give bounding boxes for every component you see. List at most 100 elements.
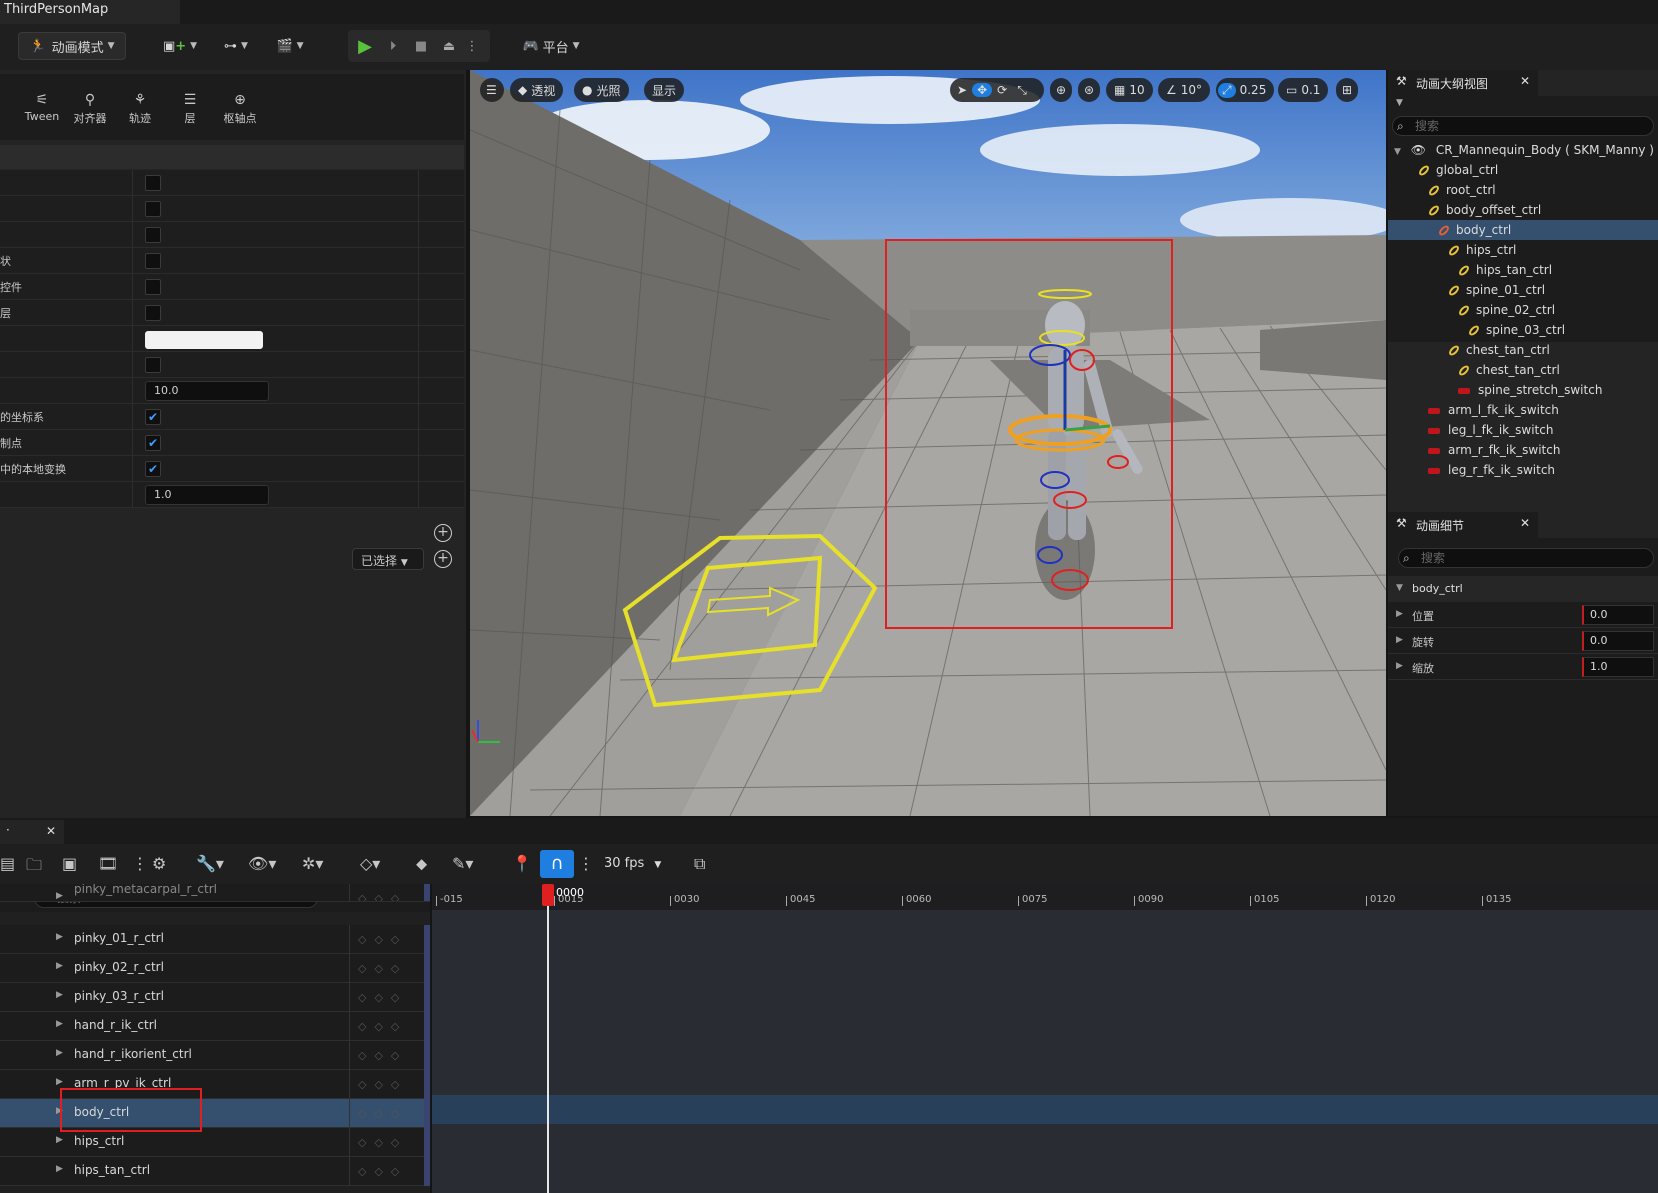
sequencer-tab[interactable]: · ✕ <box>0 820 64 844</box>
property-number-field[interactable]: 10.0 <box>145 381 269 401</box>
track-row[interactable]: ▶ hand_r_ik_ctrl ◇◇◇ <box>0 1012 430 1041</box>
pivot-tool[interactable]: ⊕ 枢轴点 <box>212 92 268 126</box>
play-options-button[interactable]: ⋮ <box>464 32 480 60</box>
save-icon[interactable]: ▤ <box>0 854 15 873</box>
outliner-item[interactable]: arm_r_fk_ik_switch <box>1388 440 1658 460</box>
viewport-menu-button[interactable]: ☰ <box>480 78 504 102</box>
outliner-tab[interactable]: ⚒ 动画大纲视图 ✕ <box>1388 70 1538 96</box>
property-checkbox[interactable] <box>145 279 161 295</box>
track-row[interactable]: ▶ pinky_01_r_ctrl ◇◇◇ <box>0 925 430 954</box>
close-icon[interactable]: ✕ <box>46 824 56 838</box>
property-checkbox[interactable]: ✔ <box>145 435 161 451</box>
translate-icon[interactable]: ✥ <box>972 83 993 97</box>
eye-icon[interactable]: 👁▾ <box>248 854 276 873</box>
outliner-item[interactable]: arm_l_fk_ik_switch <box>1388 400 1658 420</box>
outliner-item[interactable]: chest_tan_ctrl <box>1388 360 1658 380</box>
layout-button[interactable]: ⊞ <box>1336 78 1359 102</box>
property-checkbox[interactable] <box>145 357 161 373</box>
marker-icon[interactable]: 📍 <box>512 854 532 873</box>
outliner-item[interactable]: chest_tan_ctrl <box>1388 340 1658 360</box>
key-navigation-icons[interactable]: ◇◇◇ <box>349 1070 421 1099</box>
stop-button[interactable]: ■ <box>408 32 434 60</box>
property-number-field[interactable]: 1.0 <box>145 485 269 505</box>
outliner-item[interactable]: global_ctrl <box>1388 160 1658 180</box>
track-row[interactable]: ▶ hand_r_ikorient_ctrl ◇◇◇ <box>0 1041 430 1070</box>
key-navigation-icons[interactable]: ◇◇◇ <box>349 884 421 901</box>
add-circle-icon[interactable]: + <box>434 524 452 542</box>
outliner-search-input[interactable]: ⌕ 搜索 <box>1392 116 1654 136</box>
outliner-item[interactable]: spine_01_ctrl <box>1388 280 1658 300</box>
details-section-header[interactable]: ▼ body_ctrl <box>1388 576 1658 602</box>
track-row[interactable]: ▶ pinky_03_r_ctrl ◇◇◇ <box>0 983 430 1012</box>
level-viewport[interactable]: ☰ ◆ 透视 ● 光照 显示 ➤ ✥ ⟳ ⤡ ⊕ ⊛ ▦ 10 ∠ 10° ⤢ 0.25 … <box>470 70 1386 816</box>
scale-snap-button[interactable]: ⤢ 0.25 <box>1216 78 1275 102</box>
key-navigation-icons[interactable]: ◇◇◇ <box>349 1041 421 1070</box>
expand-arrow-icon[interactable]: ▶ <box>1396 609 1403 619</box>
property-checkbox[interactable] <box>145 253 161 269</box>
rotation-snap-button[interactable]: ∠ 10° <box>1158 78 1211 102</box>
expand-arrow-icon[interactable]: ▶ <box>56 961 63 971</box>
details-tab[interactable]: ⚒ 动画细节 ✕ <box>1388 512 1538 538</box>
expand-arrow-icon[interactable]: ▶ <box>56 1164 63 1174</box>
key-diamond-icon[interactable]: ◇▾ <box>360 854 380 873</box>
add-actor-button[interactable]: ▣+ ▼ <box>160 32 200 60</box>
track-row[interactable]: ▶ pinky_02_r_ctrl ◇◇◇ <box>0 954 430 983</box>
camera-speed-button[interactable]: ▭ 0.1 <box>1278 78 1329 102</box>
track-row[interactable]: ▶ pinky_metacarpal_r_ctrl ◇◇◇ <box>0 884 430 902</box>
details-value-field[interactable]: 0.0 <box>1582 631 1654 651</box>
property-checkbox[interactable] <box>145 175 161 191</box>
surface-snap-toggle[interactable]: ⊛ <box>1078 78 1101 102</box>
eye-icon[interactable]: 👁 <box>1411 143 1426 157</box>
playhead-handle[interactable] <box>542 884 554 906</box>
color-swatch[interactable] <box>145 331 263 349</box>
expand-arrow-icon[interactable]: ▶ <box>56 1077 63 1087</box>
bake-icon[interactable]: ⚙ <box>152 854 166 873</box>
outliner-item[interactable]: leg_l_fk_ik_switch <box>1388 420 1658 440</box>
details-search-input[interactable]: ⌕ 搜索 <box>1398 548 1654 568</box>
property-checkbox[interactable]: ✔ <box>145 409 161 425</box>
track-row[interactable]: ▶ hips_tan_ctrl ◇◇◇ <box>0 1157 430 1186</box>
outliner-item[interactable]: body_offset_ctrl <box>1388 200 1658 220</box>
key-navigation-icons[interactable]: ◇◇◇ <box>349 1157 421 1186</box>
outliner-item[interactable]: spine_03_ctrl <box>1388 320 1658 340</box>
rotate-icon[interactable]: ⟳ <box>992 83 1012 97</box>
outliner-item[interactable]: root_ctrl <box>1388 180 1658 200</box>
curve-editor-icon[interactable]: ⧉ <box>694 854 705 874</box>
outliner-item[interactable]: spine_02_ctrl <box>1388 300 1658 320</box>
blueprint-button[interactable]: ⊶ ▼ <box>216 32 256 60</box>
selected-filter-dropdown[interactable]: 已选择 ▼ <box>352 548 424 570</box>
more-vertical-icon[interactable]: ⋮ <box>132 854 148 873</box>
track-row[interactable]: ▶ hips_ctrl ◇◇◇ <box>0 1128 430 1157</box>
expand-arrow-icon[interactable]: ▶ <box>56 932 63 942</box>
cinematics-button[interactable]: 🎬 ▼ <box>270 32 310 60</box>
level-tab[interactable]: ThirdPersonMap <box>0 0 180 24</box>
playback-options-icon[interactable]: ✲▾ <box>302 854 323 873</box>
outliner-item[interactable]: hips_tan_ctrl <box>1388 260 1658 280</box>
wrench-icon[interactable]: 🔧▾ <box>196 854 224 873</box>
key-navigation-icons[interactable]: ◇◇◇ <box>349 983 421 1012</box>
trail-tool[interactable]: ⚘ 轨迹 <box>112 92 168 126</box>
edit-pen-icon[interactable]: ✎▾ <box>452 854 473 873</box>
expand-arrow-icon[interactable]: ▶ <box>1396 635 1403 645</box>
find-in-browser-icon[interactable]: 🗀 <box>26 854 42 881</box>
auto-key-icon[interactable]: ⬥ <box>416 854 427 874</box>
layer-tool[interactable]: ☰ 层 <box>162 92 218 126</box>
camera-icon[interactable]: ▣ <box>62 854 77 873</box>
filter-dropdown-icon[interactable]: ▼ <box>1396 98 1403 108</box>
close-icon[interactable]: ✕ <box>1520 516 1530 530</box>
expand-arrow-icon[interactable]: ▶ <box>56 1135 63 1145</box>
outliner-item[interactable]: leg_r_fk_ik_switch <box>1388 460 1658 480</box>
lighting-button[interactable]: ● 光照 <box>574 78 629 102</box>
perspective-button[interactable]: ◆ 透视 <box>510 78 564 102</box>
close-icon[interactable]: ✕ <box>1520 74 1530 88</box>
select-arrow-icon[interactable]: ➤ <box>952 83 972 97</box>
eject-button[interactable]: ⏏ <box>436 32 462 60</box>
timeline-area[interactable]: -015 0015 0030 0045 0060 0075 0090 0105 0120 0135… <box>432 884 1658 1193</box>
expand-arrow-icon[interactable]: ▶ <box>56 1048 63 1058</box>
details-value-field[interactable]: 1.0 <box>1582 657 1654 677</box>
outliner-root[interactable]: ▼ 👁 CR_Mannequin_Body ( SKM_Manny ) <box>1394 140 1654 160</box>
key-navigation-icons[interactable]: ◇◇◇ <box>349 954 421 983</box>
outliner-item[interactable]: body_ctrl <box>1388 220 1658 240</box>
key-navigation-icons[interactable]: ◇◇◇ <box>349 1012 421 1041</box>
property-checkbox[interactable]: ✔ <box>145 461 161 477</box>
